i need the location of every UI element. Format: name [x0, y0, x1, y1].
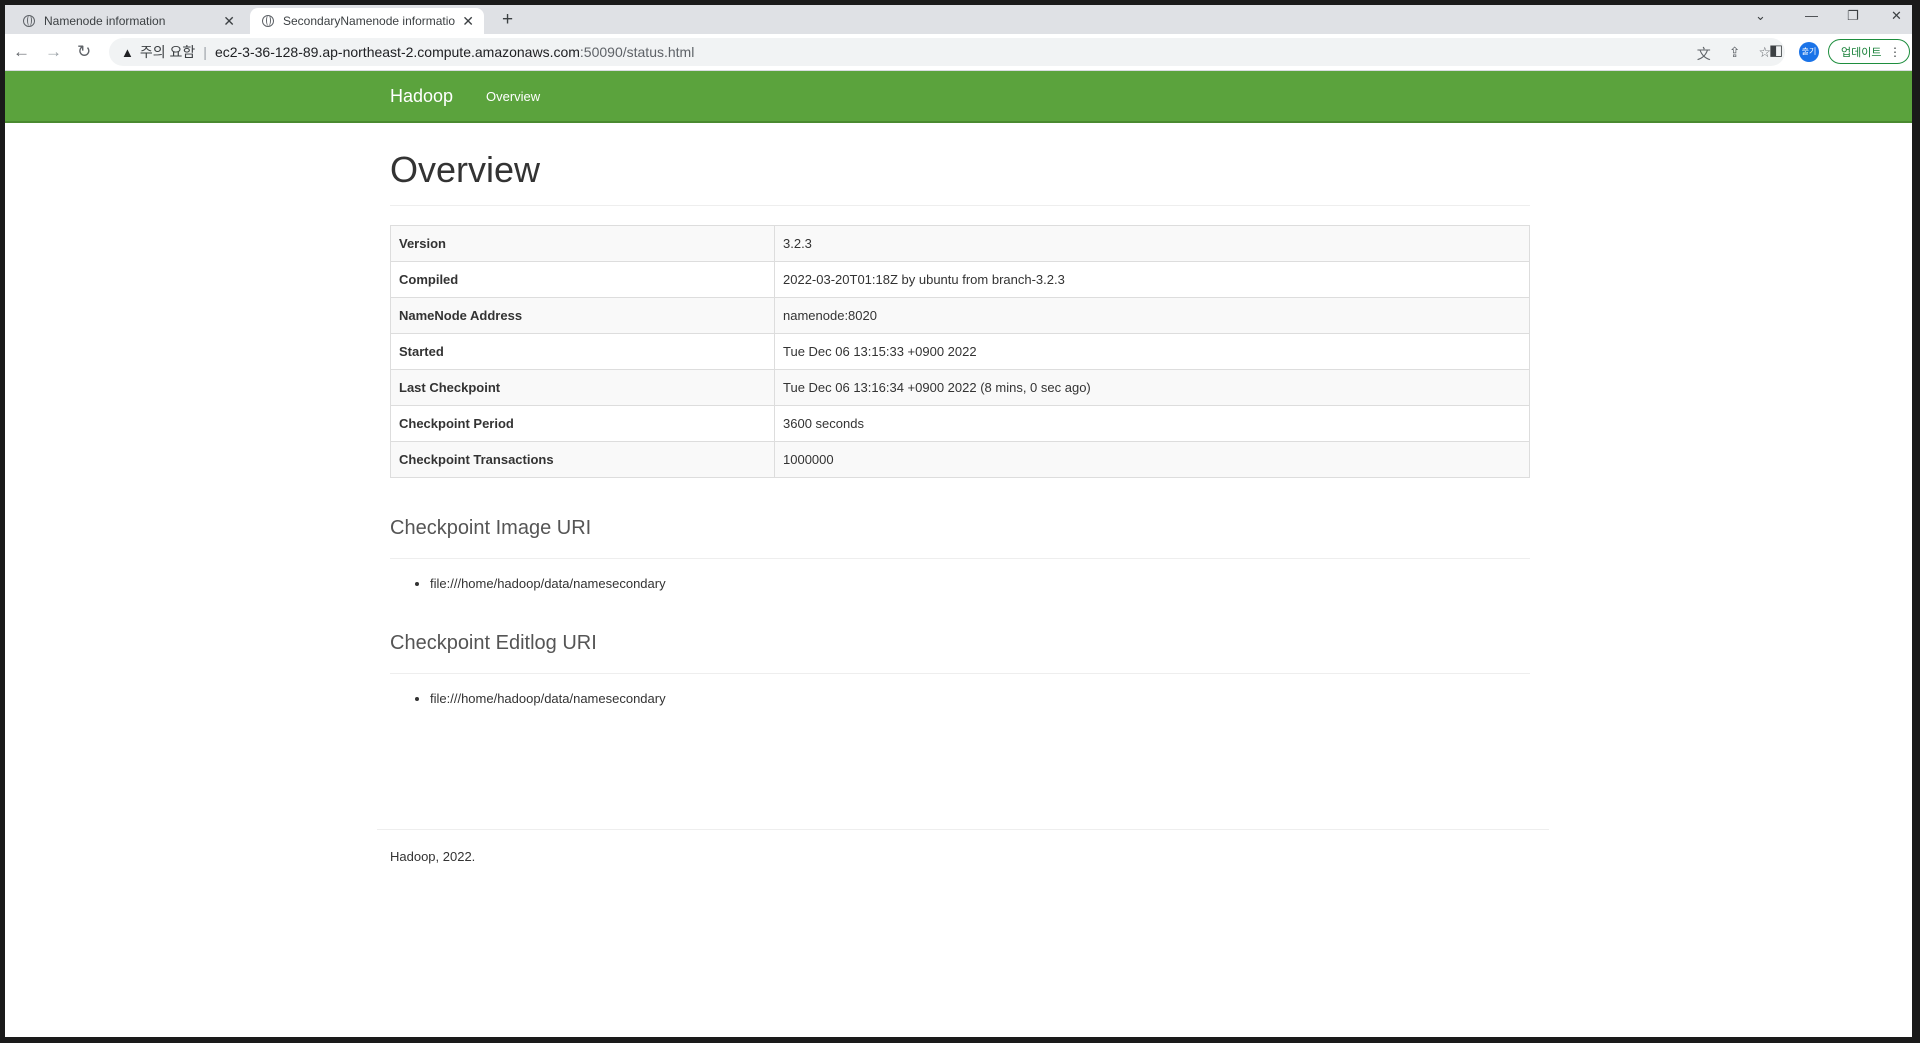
avatar[interactable]: 출기 [1799, 42, 1819, 62]
url-host: ec2-3-36-128-89.ap-northeast-2.compute.a… [214, 44, 580, 60]
menu-icon[interactable]: ⋮ [1889, 45, 1901, 59]
close-icon[interactable]: ✕ [223, 13, 235, 30]
row-value: namenode:8020 [774, 297, 1530, 334]
side-panel-icon[interactable]: ◧ [1769, 41, 1783, 59]
forward-icon[interactable]: → [45, 42, 62, 62]
tab-namenode-information[interactable]: Namenode information ✕ [11, 8, 245, 34]
table-row: Checkpoint Transactions 1000000 [390, 441, 1530, 478]
page-title: Overview [390, 149, 541, 190]
tab-secondarynamenode-information[interactable]: SecondaryNamenode informatio ✕ [250, 8, 484, 34]
row-key: Checkpoint Period [390, 405, 775, 442]
globe-icon [262, 15, 274, 27]
tab-search-icon[interactable]: ⌄ [1755, 8, 1766, 24]
tab-title: SecondaryNamenode informatio [283, 14, 456, 28]
row-value: 3600 seconds [774, 405, 1530, 442]
row-value: 2022-03-20T01:18Z by ubuntu from branch-… [774, 261, 1530, 298]
page-viewport: Hadoop Overview Overview Version 3.2.3 C… [5, 71, 1912, 1037]
tab-title: Namenode information [44, 14, 166, 28]
row-key: Started [390, 333, 775, 370]
row-value: 3.2.3 [774, 225, 1530, 262]
share-icon[interactable]: ⇪ [1729, 44, 1741, 64]
editlog-uri-list: file:///home/hadoop/data/namesecondary [390, 688, 1530, 716]
update-label: 업데이트 [1841, 46, 1882, 59]
browser-toolbar: ← → ↻ ▲ 주의 요함 | ec2-3-36-128-89.ap-north… [5, 34, 1912, 71]
security-warning[interactable]: 주의 요함 [140, 42, 195, 62]
row-value: 1000000 [774, 441, 1530, 478]
row-key: Compiled [390, 261, 775, 298]
brand-link[interactable]: Hadoop [390, 86, 453, 107]
navbar: Hadoop Overview [5, 71, 1912, 123]
close-window-icon[interactable]: ✕ [1891, 8, 1902, 24]
checkpoint-editlog-section: Checkpoint Editlog URI file:///home/hado… [390, 601, 1530, 716]
warning-icon[interactable]: ▲ [121, 45, 134, 60]
url-path: :50090/status.html [579, 44, 695, 60]
footer-divider [377, 829, 1549, 830]
list-item: file:///home/hadoop/data/namesecondary [430, 688, 1530, 716]
footer-text: Hadoop, 2022. [390, 849, 476, 864]
tab-strip: Namenode information ✕ SecondaryNamenode… [5, 5, 1912, 34]
table-row: Checkpoint Period 3600 seconds [390, 405, 1530, 442]
nav-overview-link[interactable]: Overview [486, 89, 540, 104]
table-row: Last Checkpoint Tue Dec 06 13:16:34 +090… [390, 369, 1530, 406]
table-row: Started Tue Dec 06 13:15:33 +0900 2022 [390, 333, 1530, 370]
row-key: Last Checkpoint [390, 369, 775, 406]
row-key: NameNode Address [390, 297, 775, 334]
reload-icon[interactable]: ↻ [77, 42, 91, 62]
close-icon[interactable]: ✕ [462, 13, 474, 30]
minimize-icon[interactable]: — [1805, 8, 1818, 23]
main-container: Overview Version 3.2.3 Compiled 2022-03-… [390, 125, 1530, 716]
row-key: Checkpoint Transactions [390, 441, 775, 478]
divider: | [203, 44, 207, 60]
table-row: NameNode Address namenode:8020 [390, 297, 1530, 334]
new-tab-icon[interactable]: + [502, 9, 513, 31]
page-header: Overview [390, 125, 1530, 206]
translate-icon[interactable]: 文 [1697, 44, 1711, 64]
checkpoint-image-section: Checkpoint Image URI file:///home/hadoop… [390, 478, 1530, 601]
list-item: file:///home/hadoop/data/namesecondary [430, 573, 1530, 601]
browser-window: Namenode information ✕ SecondaryNamenode… [5, 5, 1912, 1037]
row-value: Tue Dec 06 13:16:34 +0900 2022 (8 mins, … [774, 369, 1530, 406]
update-button[interactable]: 업데이트 ⋮ [1828, 39, 1910, 64]
globe-icon [23, 15, 35, 27]
overview-table: Version 3.2.3 Compiled 2022-03-20T01:18Z… [390, 225, 1530, 478]
image-uri-list: file:///home/hadoop/data/namesecondary [390, 573, 1530, 601]
table-row: Compiled 2022-03-20T01:18Z by ubuntu fro… [390, 261, 1530, 298]
back-icon[interactable]: ← [13, 42, 30, 62]
address-bar[interactable]: ▲ 주의 요함 | ec2-3-36-128-89.ap-northeast-2… [109, 38, 1785, 66]
omnibox-actions: 文 ⇪ ☆ [1697, 44, 1771, 64]
section-heading: Checkpoint Editlog URI [390, 601, 1530, 674]
restore-icon[interactable]: ❐ [1847, 8, 1859, 24]
row-key: Version [390, 225, 775, 262]
table-row: Version 3.2.3 [390, 225, 1530, 262]
row-value: Tue Dec 06 13:15:33 +0900 2022 [774, 333, 1530, 370]
section-heading: Checkpoint Image URI [390, 478, 1530, 559]
